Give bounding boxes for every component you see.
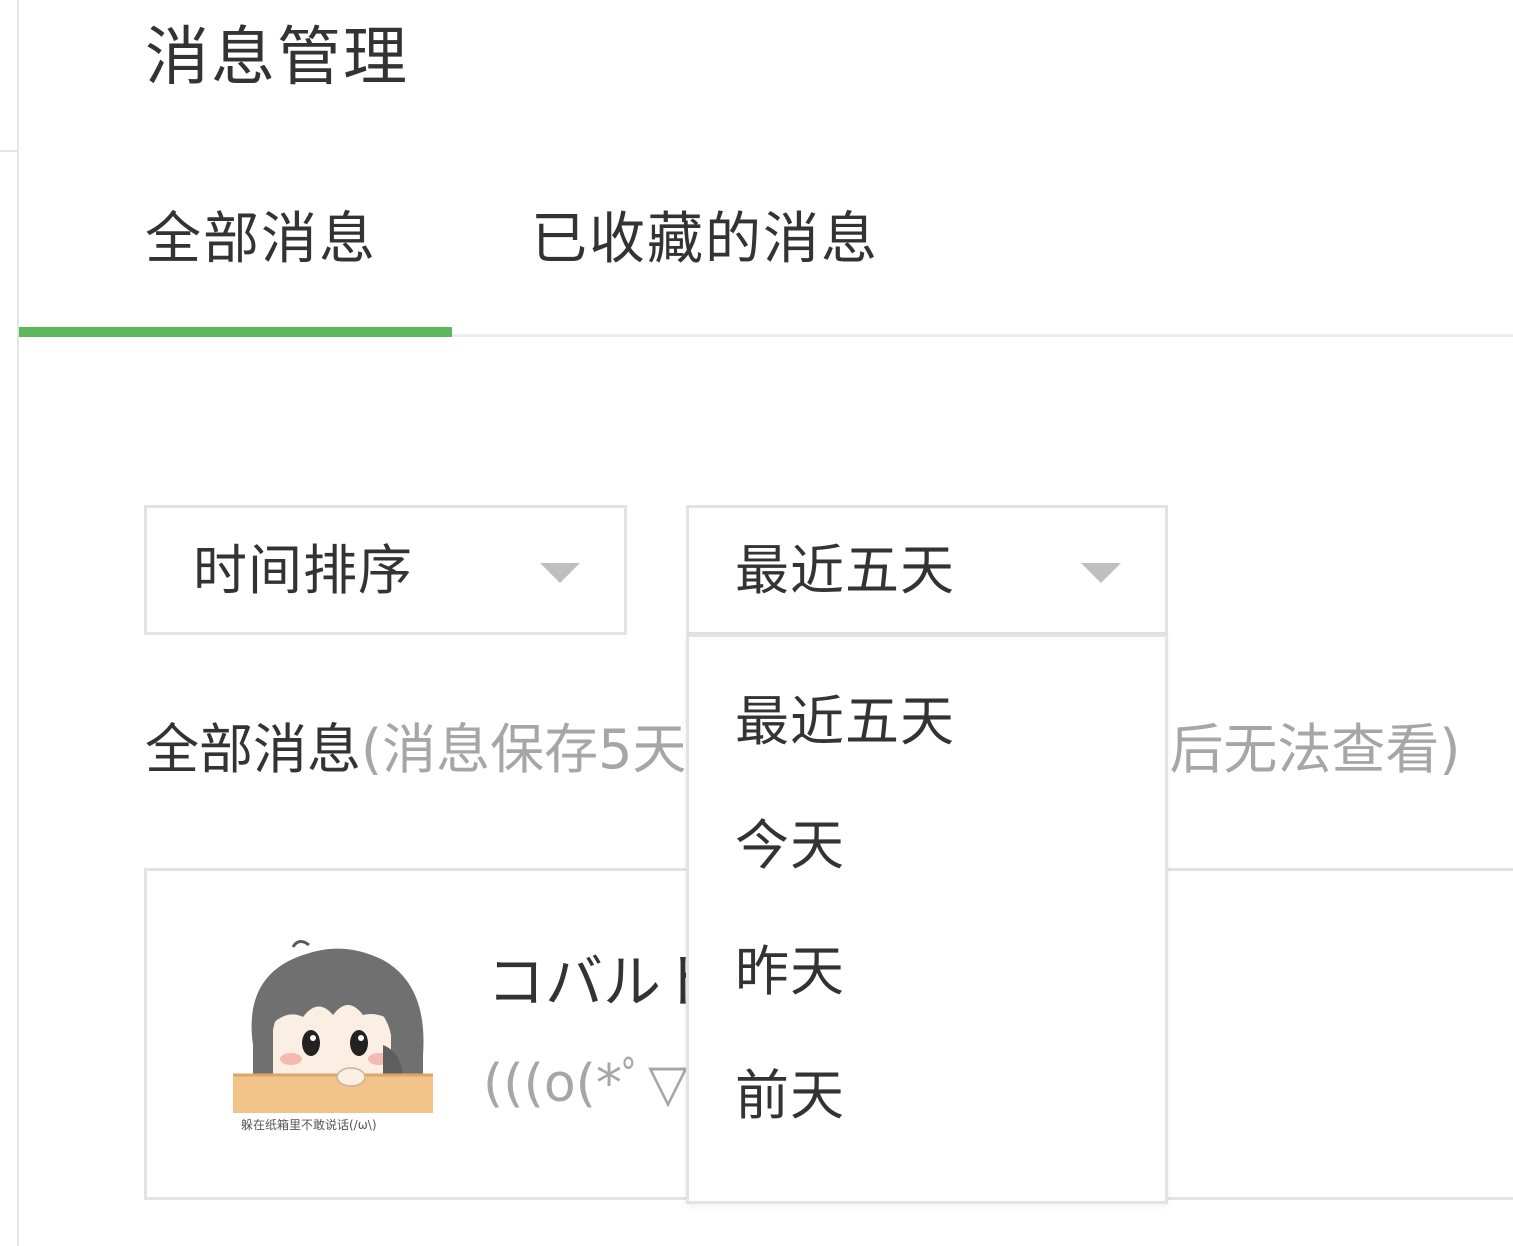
section-note-left: (消息保存5天 (361, 718, 687, 781)
sort-select-value: 时间排序 (193, 539, 413, 602)
dropdown-option-last-five-days[interactable]: 最近五天 (735, 689, 955, 755)
message-management-page: 消息管理 全部消息 已收藏的消息 时间排序 最近五天 全部消息(消息保存5天 后无… (0, 0, 1513, 1246)
chevron-down-icon (1081, 563, 1121, 583)
left-panel-divider (17, 0, 19, 1246)
dropdown-option-today[interactable]: 今天 (735, 813, 845, 879)
page-title: 消息管理 (145, 21, 409, 95)
chevron-down-icon (540, 563, 580, 583)
section-note-right: 后无法查看) (1169, 718, 1461, 781)
avatar-illustration: 躲在纸箱里不敢说话(/ω\) (233, 935, 433, 1135)
left-panel-tick (0, 150, 17, 152)
date-range-select[interactable]: 最近五天 (686, 505, 1168, 635)
message-preview: (((o(*ﾟ▽ (483, 1054, 688, 1114)
avatar[interactable]: 躲在纸箱里不敢说话(/ω\) (233, 935, 433, 1135)
tab-favorite-messages[interactable]: 已收藏的消息 (531, 204, 879, 276)
date-range-dropdown-menu: 最近五天 今天 昨天 前天 (686, 634, 1168, 1204)
tab-bar: 全部消息 已收藏的消息 (19, 190, 1513, 338)
tab-all-messages[interactable]: 全部消息 (145, 204, 377, 276)
dropdown-option-yesterday[interactable]: 昨天 (735, 939, 845, 1005)
message-sender-name[interactable]: コバルト (487, 947, 719, 1017)
section-title: 全部消息 (145, 718, 361, 781)
date-range-select-value: 最近五天 (735, 539, 955, 602)
avatar-caption: 躲在纸箱里不敢说话(/ω\) (241, 1117, 377, 1132)
active-tab-indicator (19, 327, 452, 337)
sort-select[interactable]: 时间排序 (144, 505, 627, 635)
dropdown-option-day-before-yesterday[interactable]: 前天 (735, 1063, 845, 1129)
